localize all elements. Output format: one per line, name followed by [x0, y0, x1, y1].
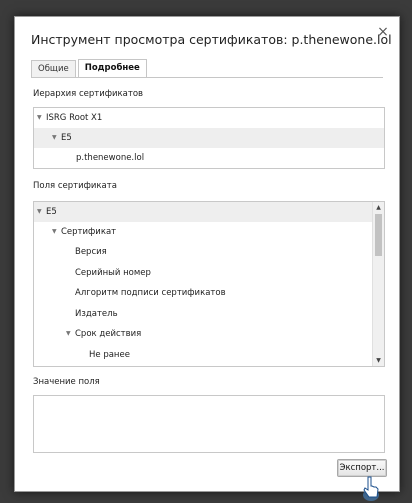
field-item-not-before[interactable]: Не ранее: [34, 345, 373, 365]
field-item-label: Версия: [75, 247, 107, 257]
fields-scrollbar[interactable]: ▲ ▼: [372, 202, 384, 366]
expand-arrow-icon[interactable]: ▼: [66, 324, 71, 344]
field-item-label: Алгоритм подписи сертификатов: [75, 288, 226, 298]
expand-arrow-icon[interactable]: ▼: [37, 108, 42, 128]
field-item-serial[interactable]: Серийный номер: [34, 263, 373, 283]
field-item-certificate[interactable]: ▼ Сертификат: [34, 222, 373, 242]
field-item-label: Издатель: [75, 309, 118, 319]
certificate-viewer-dialog: Инструмент просмотра сертификатов: p.the…: [14, 16, 400, 501]
hierarchy-label: Иерархия сертификатов: [33, 89, 144, 99]
hierarchy-item-label: ISRG Root X1: [46, 113, 103, 123]
scroll-thumb[interactable]: [375, 214, 382, 256]
tab-bar: Общие Подробнее: [31, 59, 149, 77]
field-item-label: Не ранее: [89, 350, 130, 360]
field-item-label: Срок действия: [75, 329, 142, 339]
fields-label: Поля сертификата: [33, 181, 117, 191]
field-item-validity[interactable]: ▼ Срок действия: [34, 324, 373, 344]
hierarchy-item-label: p.thenewone.lol: [76, 153, 145, 163]
hierarchy-item-root[interactable]: ▼ ISRG Root X1: [34, 108, 384, 128]
field-item-issuer[interactable]: Издатель: [34, 304, 373, 324]
tab-details[interactable]: Подробнее: [77, 59, 147, 77]
field-value-label: Значение поля: [33, 377, 100, 387]
hierarchy-item-intermediate[interactable]: ▼ E5: [34, 128, 384, 148]
field-item-label: E5: [46, 207, 57, 217]
hand-cursor-icon: [363, 476, 379, 501]
hierarchy-item-leaf[interactable]: p.thenewone.lol: [34, 148, 384, 168]
tab-general[interactable]: Общие: [31, 60, 76, 77]
field-item-e5[interactable]: ▼ E5: [34, 202, 373, 222]
hierarchy-item-label: E5: [61, 133, 72, 143]
field-item-signature-algorithm[interactable]: Алгоритм подписи сертификатов: [34, 283, 373, 303]
field-value-textarea[interactable]: [33, 395, 385, 453]
field-item-version[interactable]: Версия: [34, 242, 373, 262]
field-item-label: Серийный номер: [75, 268, 151, 278]
tab-divider: [31, 77, 383, 78]
expand-arrow-icon[interactable]: ▼: [37, 202, 42, 222]
expand-arrow-icon[interactable]: ▼: [52, 222, 57, 242]
field-item-label: Сертификат: [61, 227, 117, 237]
scroll-up-arrow-icon[interactable]: ▲: [373, 202, 384, 213]
scroll-down-arrow-icon[interactable]: ▼: [373, 355, 384, 366]
dialog-title: Инструмент просмотра сертификатов: p.the…: [31, 32, 392, 47]
close-icon[interactable]: ×: [376, 25, 390, 39]
expand-arrow-icon[interactable]: ▼: [52, 128, 57, 148]
hierarchy-tree: ▼ ISRG Root X1 ▼ E5 p.thenewone.lol: [33, 107, 385, 169]
fields-tree: ▼ E5 ▼ Сертификат Версия Серийный номер …: [33, 201, 385, 367]
